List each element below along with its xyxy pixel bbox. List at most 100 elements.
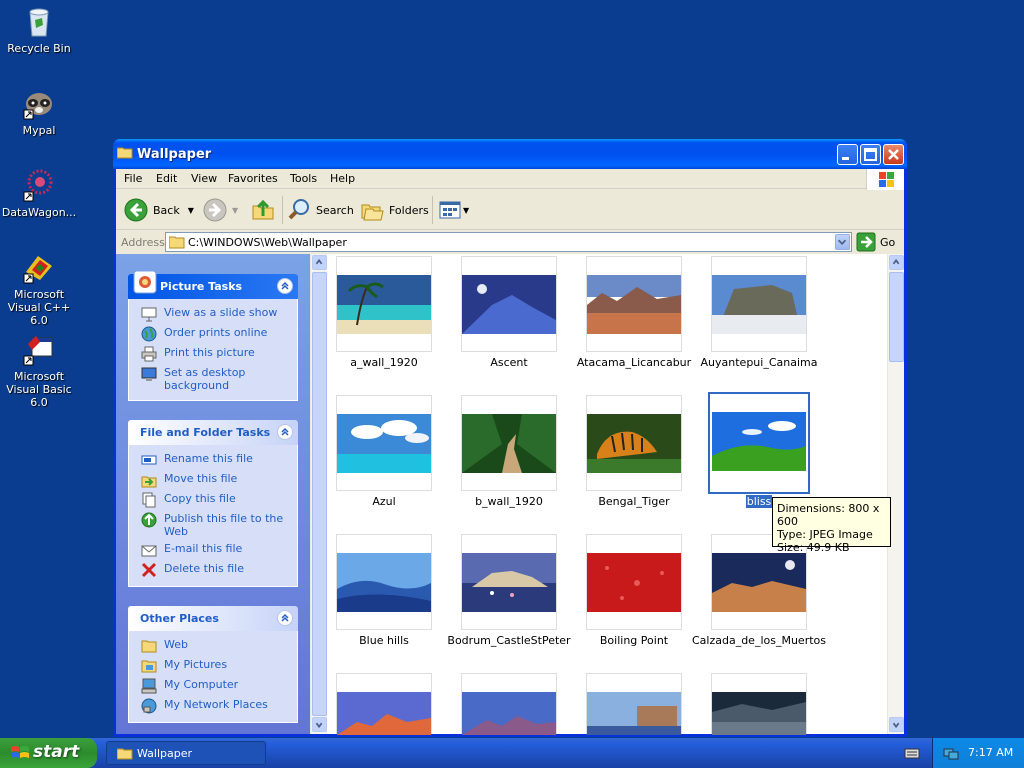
- task-label: View as a slide show: [164, 306, 278, 319]
- thumbnail-partial[interactable]: [586, 673, 682, 735]
- content-scrollbar[interactable]: [887, 254, 904, 734]
- desktop-icon-mypal[interactable]: Mypal: [0, 86, 78, 137]
- file-name[interactable]: Boiling Point: [564, 634, 704, 647]
- task-slideshow[interactable]: View as a slide show: [141, 306, 297, 326]
- place-network[interactable]: My Network Places: [141, 698, 297, 718]
- menu-help[interactable]: Help: [330, 172, 355, 185]
- file-name[interactable]: Atacama_Licancabur: [564, 356, 704, 369]
- close-button[interactable]: [883, 144, 904, 165]
- forward-button[interactable]: ▼: [203, 196, 238, 224]
- thumbnail-boiling-point[interactable]: [586, 534, 682, 630]
- search-button[interactable]: Search: [287, 196, 354, 224]
- back-button[interactable]: Back ▼: [124, 196, 194, 224]
- thumbnail-bengal-tiger[interactable]: [586, 395, 682, 491]
- task-move[interactable]: Move this file: [141, 472, 297, 492]
- title-bar[interactable]: Wallpaper: [113, 139, 907, 169]
- file-name[interactable]: a_wall_1920: [314, 356, 454, 369]
- folder-icon: [169, 236, 185, 249]
- file-name[interactable]: Bodrum_CastleStPeter: [439, 634, 579, 647]
- task-set-desktop-bg[interactable]: Set as desktop background: [141, 366, 297, 396]
- up-folder-button[interactable]: [251, 196, 280, 224]
- file-name[interactable]: Auyantepui_Canaima: [689, 356, 829, 369]
- thumbnail-partial[interactable]: [336, 673, 432, 735]
- file-name[interactable]: Bengal_Tiger: [564, 495, 704, 508]
- task-rename[interactable]: Rename this file: [141, 452, 297, 472]
- minimize-button[interactable]: [837, 144, 858, 165]
- scroll-up-button[interactable]: [889, 255, 904, 270]
- collapse-icon[interactable]: [277, 424, 293, 440]
- network-status-icon[interactable]: [943, 745, 959, 761]
- other-places-header[interactable]: Other Places: [128, 606, 298, 631]
- task-pane: Picture Tasks View as a slide show Order…: [116, 254, 310, 734]
- start-button[interactable]: start: [0, 738, 97, 768]
- desktop-icon-vcpp[interactable]: Microsoft Visual C++ 6.0: [0, 250, 78, 327]
- scroll-thumb[interactable]: [889, 272, 904, 362]
- file-name[interactable]: Ascent: [439, 356, 579, 369]
- place-my-pictures[interactable]: My Pictures: [141, 658, 297, 678]
- task-order-prints[interactable]: Order prints online: [141, 326, 297, 346]
- collapse-icon[interactable]: [277, 278, 293, 294]
- thumbnail-bliss[interactable]: [708, 392, 810, 494]
- file-name[interactable]: Azul: [314, 495, 454, 508]
- raccoon-icon: [22, 86, 56, 120]
- thumbnail-bodrum[interactable]: [461, 534, 557, 630]
- place-my-computer[interactable]: My Computer: [141, 678, 297, 698]
- clock[interactable]: 7:17 AM: [968, 746, 1013, 759]
- taskbar-button-wallpaper[interactable]: Wallpaper: [106, 741, 266, 765]
- scroll-down-button[interactable]: [889, 717, 904, 732]
- file-name[interactable]: Blue hills: [314, 634, 454, 647]
- thumbnail-atacama[interactable]: [586, 256, 682, 352]
- place-web[interactable]: Web: [141, 638, 297, 658]
- keyboard-icon[interactable]: [904, 746, 920, 760]
- start-label: start: [33, 742, 80, 762]
- address-input[interactable]: C:\WINDOWS\Web\Wallpaper: [165, 232, 852, 252]
- address-dropdown-button[interactable]: [835, 234, 850, 250]
- folders-button[interactable]: Folders: [360, 196, 429, 224]
- thumbnail-a-wall-1920[interactable]: [336, 256, 432, 352]
- maximize-button[interactable]: [860, 144, 881, 165]
- file-name[interactable]: Calzada_de_los_Muertos: [689, 634, 829, 647]
- task-publish[interactable]: Publish this file to the Web: [141, 512, 297, 542]
- go-button[interactable]: Go: [856, 232, 900, 252]
- file-folder-tasks-header[interactable]: File and Folder Tasks: [128, 420, 298, 445]
- desktop-icon-recycle-bin[interactable]: Recycle Bin: [0, 4, 78, 55]
- task-label: Move this file: [164, 472, 238, 485]
- collapse-icon[interactable]: [277, 610, 293, 626]
- thumbnail-auyantepui[interactable]: [711, 256, 807, 352]
- menu-view[interactable]: View: [191, 172, 217, 185]
- scroll-down-button[interactable]: [312, 717, 327, 732]
- nav-scrollbar[interactable]: [310, 254, 327, 734]
- network-icon: [141, 698, 157, 714]
- desktop-icon-vb[interactable]: Microsoft Visual Basic 6.0: [0, 332, 78, 409]
- file-name[interactable]: b_wall_1920: [439, 495, 579, 508]
- tooltip-type: Type: JPEG Image: [777, 528, 873, 541]
- thumbnail-ascent[interactable]: [461, 256, 557, 352]
- thumbnail-b-wall-1920[interactable]: [461, 395, 557, 491]
- menu-edit[interactable]: Edit: [156, 172, 177, 185]
- task-copy[interactable]: Copy this file: [141, 492, 297, 512]
- go-arrow-icon: [856, 232, 876, 252]
- views-button[interactable]: ▼: [438, 196, 469, 224]
- scroll-up-button[interactable]: [312, 255, 327, 270]
- windows-logo-icon: [866, 169, 904, 191]
- scroll-thumb[interactable]: [312, 272, 327, 716]
- thumbnail-partial[interactable]: [461, 673, 557, 735]
- thumbnail-azul[interactable]: [336, 395, 432, 491]
- menu-favorites[interactable]: Favorites: [228, 172, 278, 185]
- thumbnail-partial[interactable]: [711, 673, 807, 735]
- thumbnail-blue-hills[interactable]: [336, 534, 432, 630]
- address-path: C:\WINDOWS\Web\Wallpaper: [188, 236, 347, 249]
- tooltip-size: Size: 49.9 KB: [777, 541, 850, 554]
- toolbar-separator: [282, 196, 283, 224]
- desktop-icon-datawagon[interactable]: DataWagon...: [0, 168, 78, 219]
- taskbar-button-label: Wallpaper: [137, 747, 193, 760]
- copy-icon: [142, 492, 156, 508]
- taskbar: start Wallpaper 7:17 AM: [0, 738, 1024, 768]
- system-tray: 7:17 AM: [932, 738, 1024, 768]
- menu-tools[interactable]: Tools: [290, 172, 317, 185]
- picture-tasks-header[interactable]: Picture Tasks: [128, 270, 298, 299]
- task-delete[interactable]: Delete this file: [141, 562, 297, 582]
- menu-file[interactable]: File: [124, 172, 142, 185]
- task-email[interactable]: E-mail this file: [141, 542, 297, 562]
- task-print[interactable]: Print this picture: [141, 346, 297, 366]
